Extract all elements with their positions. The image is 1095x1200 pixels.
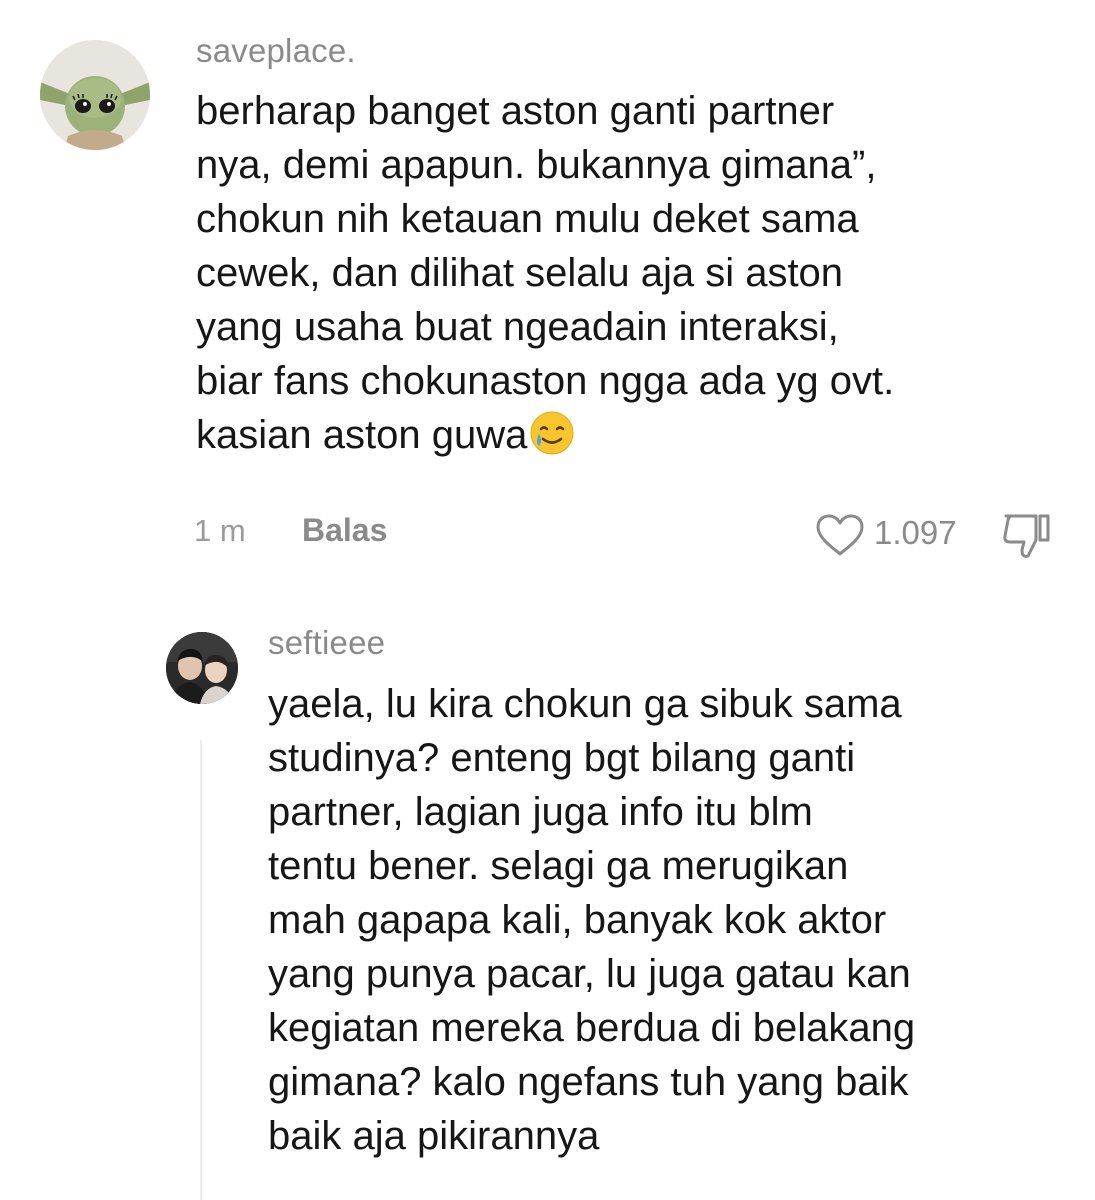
avatar[interactable]	[40, 40, 150, 150]
comment-line: biar fans chokunaston ngga ada yg ovt.	[196, 359, 895, 403]
like-count: 1.097	[874, 514, 957, 551]
comment-line: studinya? enteng bgt bilang ganti	[268, 736, 856, 780]
two-people-photo-avatar-icon	[166, 632, 238, 704]
avatar[interactable]	[166, 632, 238, 704]
comment-line: partner, lagian juga info itu blm	[268, 790, 813, 834]
comment-line-last: kasian aston guwa	[196, 408, 1076, 462]
comment-line: nya, demi apapun. bukannya gimana”,	[196, 143, 877, 187]
thumbs-down-icon[interactable]	[1000, 510, 1054, 562]
heart-outline-icon[interactable]	[814, 512, 866, 558]
comment-line: tentu bener. selagi ga merugikan	[268, 844, 849, 888]
comment-line: mah gapapa kali, banyak kok aktor	[268, 898, 887, 942]
comment-text: berharap banget aston ganti partner nya,…	[196, 84, 1076, 462]
reply-button[interactable]: Balas	[302, 512, 387, 549]
thread-line	[200, 740, 202, 1200]
comment-line-text: kasian aston guwa	[196, 413, 528, 457]
comment-line: chokun nih ketauan mulu deket sama	[196, 197, 859, 241]
smiling-face-with-tear-emoji-icon	[529, 410, 575, 456]
comment-line: gimana? kalo ngefans tuh yang baik	[268, 1060, 909, 1104]
comment-time: 1 m	[194, 513, 246, 548]
comment-line: yang punya pacar, lu juga gatau kan	[268, 952, 911, 996]
comment-line: baik aja pikirannya	[268, 1114, 600, 1158]
comment-text: yaela, lu kira chokun ga sibuk sama stud…	[268, 677, 1068, 1163]
username[interactable]: seftieee	[268, 624, 385, 662]
username[interactable]: saveplace.	[196, 32, 356, 70]
comment-line: berharap banget aston ganti partner	[196, 89, 835, 133]
comment-line: yaela, lu kira chokun ga sibuk sama	[268, 682, 902, 726]
comment-line: cewek, dan dilihat selalu aja si aston	[196, 251, 844, 295]
baby-yoda-avatar-icon	[40, 40, 150, 150]
comment-line: kegiatan mereka berdua di belakang	[268, 1006, 916, 1050]
comment-line: yang usaha buat ngeadain interaksi,	[196, 305, 839, 349]
